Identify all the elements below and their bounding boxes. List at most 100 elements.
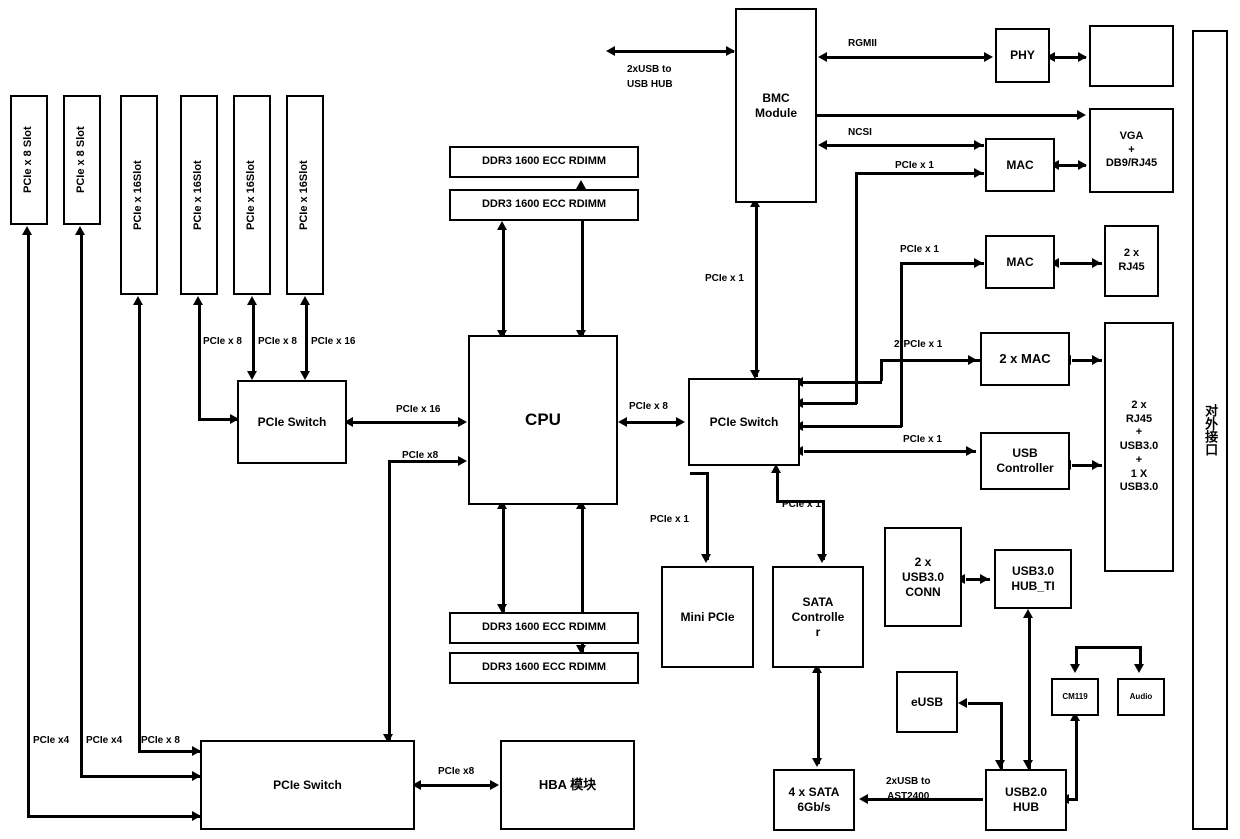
arrow-bmc-vga [1077, 110, 1086, 120]
line-cpu-minipcie-v [706, 472, 709, 560]
line-rightsw-mac1-v [855, 172, 858, 404]
usb-controller-block[interactable]: USB Controller [980, 432, 1070, 490]
slot-pcie-x8-2[interactable]: PCIe x 8 Slot [63, 95, 101, 225]
pcie-switch-bottom[interactable]: PCIe Switch [200, 740, 415, 830]
external-ports-column[interactable]: 2 x RJ45 + USB3.0 + 1 X USB3.0 [1104, 322, 1174, 572]
phy-block[interactable]: PHY [995, 28, 1050, 83]
slot-label: PCIe x 16Slot [192, 160, 205, 230]
arrow-slot1-up [22, 226, 32, 235]
line-cpu-ddr-bot-1 [502, 505, 505, 613]
line-rightsw-mac2-h-bot [802, 425, 902, 428]
arrow-ast2400-l [859, 794, 868, 804]
ddr3-top-2[interactable]: DDR3 1600 ECC RDIMM [449, 189, 639, 221]
ddr3-bottom-2[interactable]: DDR3 1600 ECC RDIMM [449, 652, 639, 684]
slot-pcie-x16-4[interactable]: PCIe x 16Slot [286, 95, 324, 295]
line-rightsw-usbctrl [804, 450, 976, 453]
label-rgmii: RGMII [848, 38, 877, 49]
arrow-bmc-usbhub-l [606, 46, 615, 56]
arrow-rightsw-2xmac [968, 355, 977, 365]
line-bmc-mac1-ncsi [826, 144, 984, 147]
usb2-hub-block[interactable]: USB2.0 HUB [985, 769, 1067, 831]
slot-pcie-x16-3[interactable]: PCIe x 16Slot [233, 95, 271, 295]
line-slot4-vert2 [198, 360, 201, 420]
arrow-slot2-up [75, 226, 85, 235]
line-bmc-phy [826, 56, 988, 59]
label-pcie-x1-sata: PCIe x 1 [782, 499, 821, 510]
usb3-conn-block[interactable]: 2 x USB3.0 CONN [884, 527, 962, 627]
line-rightsw-2xmac-h-bot [802, 381, 882, 384]
arrow-slot5-sw [247, 371, 257, 380]
slot-pcie-x8-1[interactable]: PCIe x 8 Slot [10, 95, 48, 225]
line-rightsw-sata-v1 [776, 470, 779, 500]
slot-pcie-x16-1[interactable]: PCIe x 16Slot [120, 95, 158, 295]
audio-block[interactable]: Audio [1117, 678, 1165, 716]
line-audio-bus-down [1139, 646, 1142, 666]
mac-block-2[interactable]: MAC [985, 235, 1055, 289]
pcie-switch-left[interactable]: PCIe Switch [237, 380, 347, 464]
line-slot1-down [27, 232, 30, 817]
hba-module-block[interactable]: HBA 模块 [500, 740, 635, 830]
external-interface-bar: 对外接口 [1192, 30, 1228, 830]
line-usb2hub-cm119-h [1068, 798, 1078, 801]
arrow-rightsw-mac1 [974, 168, 983, 178]
arrow-2xmac-ext-r [1092, 355, 1101, 365]
cm119-block[interactable]: CM119 [1051, 678, 1099, 716]
arrow-cpu-ddrtop2-up [576, 180, 586, 189]
line-eusb-v [1000, 702, 1003, 769]
slot-pcie-x16-2[interactable]: PCIe x 16Slot [180, 95, 218, 295]
block-diagram-canvas: PCIe x 8 Slot PCIe x 8 Slot PCIe x 16Slo… [0, 0, 1240, 839]
line-rightsw-mac2-h-top [900, 262, 984, 265]
arrow-bmc-phy-r [984, 52, 993, 62]
mac-block-1[interactable]: MAC [985, 138, 1055, 192]
line-cm119-bus-h [1075, 646, 1141, 649]
label-pcie-x1-bmc: PCIe x 1 [705, 273, 744, 284]
arrow-cpu-minipcie [701, 554, 711, 563]
arrow-ncsi-l [818, 140, 827, 150]
sata-controller-block[interactable]: SATA Controlle r [772, 566, 864, 668]
arrow-mac1-vga-r [1078, 160, 1087, 170]
arrow-mac2-rj45-r [1092, 258, 1101, 268]
vga-db9-rj45-block[interactable]: VGA + DB9/RJ45 [1089, 108, 1174, 193]
ddr3-top-1[interactable]: DDR3 1600 ECC RDIMM [449, 146, 639, 178]
ddr3-bottom-1[interactable]: DDR3 1600 ECC RDIMM [449, 612, 639, 644]
label-bottom-x4-a: PCIe x4 [33, 735, 70, 746]
line-slot2-down [80, 232, 83, 777]
rj45-2x-block[interactable]: 2 x RJ45 [1104, 225, 1159, 297]
label-slot-pcie-x8-b: PCIe x 8 [258, 336, 297, 347]
sata-4x-block[interactable]: 4 x SATA 6Gb/s [773, 769, 855, 831]
bmc-module[interactable]: BMC Module [735, 8, 817, 203]
line-cpu-minipcie-h [690, 472, 708, 475]
line-cpu-rightsw [626, 421, 682, 424]
arrow-cpu-rightsw-r [676, 417, 685, 427]
arrow-slot4-up [193, 296, 203, 305]
arrow-eusb [958, 698, 967, 708]
arrow-usb3conn-r [980, 574, 989, 584]
line-eusb-h [968, 702, 1002, 705]
label-sw-to-cpu-x8: PCIe x8 [402, 450, 439, 461]
line-cpu-ddr-top-1 [502, 228, 505, 338]
arrow-leftsw-cpu-r [458, 417, 467, 427]
usb3-hub-ti-block[interactable]: USB3.0 HUB_TI [994, 549, 1072, 609]
line-slot6-down [305, 302, 308, 375]
slot-label: PCIe x 16Slot [132, 160, 145, 230]
arrow-slot6-sw [300, 371, 310, 380]
cpu-block[interactable]: CPU [468, 335, 618, 505]
label-slot-pcie-x16: PCIe x 16 [311, 336, 356, 347]
mac-2x-block[interactable]: 2 x MAC [980, 332, 1070, 386]
line-bmc-vga [817, 114, 1081, 117]
label-pcie-2x1-mac2x: 2*PCIe x 1 [894, 339, 943, 350]
mini-pcie-block[interactable]: Mini PCIe [661, 566, 754, 668]
line-rightsw-2xmac-v [880, 359, 883, 381]
line-cm119-bus-up [1075, 646, 1078, 666]
pcie-switch-right[interactable]: PCIe Switch [688, 378, 800, 466]
label-pcie-x1-mac2: PCIe x 1 [900, 244, 939, 255]
line-botsw-up [388, 460, 391, 740]
arrow-usb3hub-usb2 [1023, 760, 1033, 769]
line-leftsw-cpu [352, 421, 464, 424]
line-slot3-down [138, 302, 141, 752]
eusb-block[interactable]: eUSB [896, 671, 958, 733]
phy-peer-block[interactable] [1089, 25, 1174, 87]
slot-label: PCIe x 8 Slot [75, 126, 88, 194]
arrow-4xsata-dn [812, 758, 822, 767]
arrow-slot5-up [247, 296, 257, 305]
